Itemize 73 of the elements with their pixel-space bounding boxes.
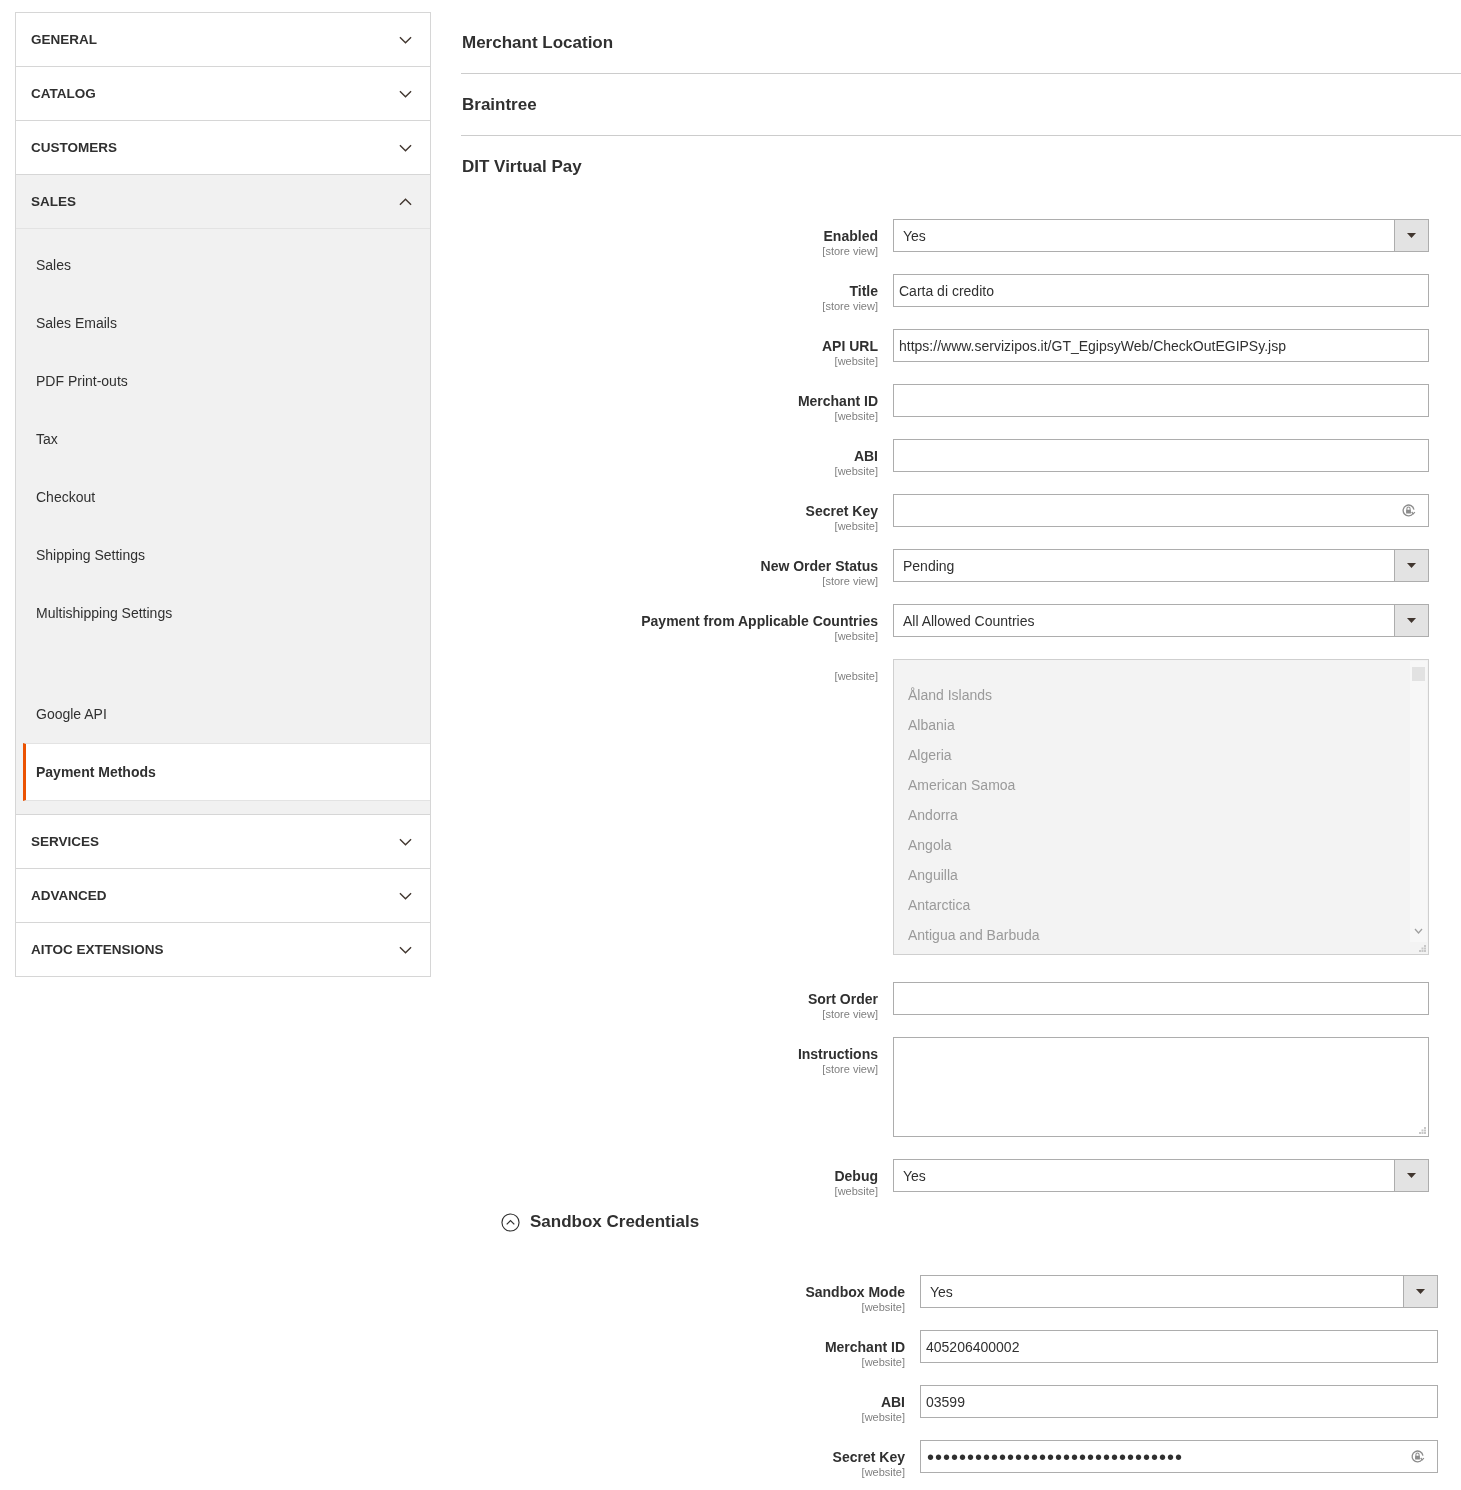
field-label: Secret Key — [832, 1448, 905, 1466]
text-field[interactable]: https://www.servizipos.it/GT_EgipsyWeb/CheckOutEGIPSy.jsp — [893, 329, 1429, 362]
select-field[interactable]: Pending — [893, 549, 1429, 582]
text-field[interactable]: 03599 — [920, 1385, 1438, 1418]
field-label: Sandbox Mode — [805, 1283, 905, 1301]
scope-label: [website] — [834, 670, 878, 683]
scope-label: [website] — [834, 520, 878, 533]
caret-icon — [1407, 233, 1416, 238]
dropdown-button[interactable] — [1403, 1276, 1437, 1307]
caret-icon — [1407, 618, 1416, 623]
dropdown-button[interactable] — [1394, 605, 1428, 636]
section-header[interactable]: DIT Virtual Pay — [461, 136, 1461, 197]
section-header[interactable]: Braintree — [461, 74, 1461, 136]
select-field[interactable]: All Allowed Countries — [893, 604, 1429, 637]
scope-label: [store view] — [822, 1008, 878, 1021]
caret-icon — [1407, 563, 1416, 568]
nav-item[interactable]: Multishipping Settings — [23, 584, 430, 642]
scope-label: [website] — [861, 1411, 905, 1424]
nav-item[interactable]: Sales Emails — [23, 294, 430, 352]
field-label: ABI — [853, 447, 878, 465]
dropdown-button[interactable] — [1394, 220, 1428, 251]
scope-label: [store view] — [822, 575, 878, 588]
text-field[interactable]: 405206400002 — [920, 1330, 1438, 1363]
scope-label: [website] — [834, 410, 878, 423]
select-field[interactable]: Yes — [920, 1275, 1438, 1308]
scope-label: [store view] — [822, 300, 878, 313]
nav-item[interactable]: Checkout — [23, 468, 430, 526]
nav-item[interactable]: Google API — [23, 685, 430, 743]
scope-label: [website] — [861, 1356, 905, 1369]
caret-icon — [1407, 1173, 1416, 1178]
scope-label: [website] — [834, 1185, 878, 1198]
text-field[interactable] — [893, 982, 1429, 1015]
scope-label: [store view] — [822, 245, 878, 258]
text-field[interactable] — [893, 384, 1429, 417]
field-label: Secret Key — [805, 502, 878, 520]
field-label: API URL — [822, 337, 878, 355]
scope-label: [store view] — [822, 1063, 878, 1076]
field-label: Sort Order — [808, 990, 878, 1008]
scope-label: [website] — [861, 1466, 905, 1479]
dropdown-button[interactable] — [1394, 550, 1428, 581]
nav-item[interactable]: PDF Print-outs — [23, 352, 430, 410]
field-label: ABI — [880, 1393, 905, 1411]
password-field[interactable] — [893, 494, 1429, 527]
section-header[interactable]: Merchant Location — [461, 12, 1461, 74]
lock-icon — [1401, 503, 1416, 518]
scope-label: [website] — [834, 465, 878, 478]
nav-item[interactable]: Sales — [23, 236, 430, 294]
nav-section-header[interactable]: SALES — [16, 175, 430, 228]
field-label: Merchant ID — [824, 1338, 905, 1356]
dropdown-button[interactable] — [1394, 1160, 1428, 1191]
lock-icon — [1410, 1449, 1425, 1464]
field-label: Debug — [834, 1167, 878, 1185]
select-field[interactable]: Yes — [893, 219, 1429, 252]
text-field[interactable] — [893, 439, 1429, 472]
nav-item[interactable]: Shipping Settings — [23, 526, 430, 584]
field-label: New Order Status — [760, 557, 878, 575]
field-label: Payment from Applicable Countries — [641, 612, 878, 630]
select-field[interactable]: Yes — [893, 1159, 1429, 1192]
nav-item[interactable]: Tax — [23, 410, 430, 468]
group-toggle[interactable]: Sandbox Credentials — [501, 1212, 700, 1232]
field-label: Enabled — [823, 227, 878, 245]
field-label: Merchant ID — [797, 392, 878, 410]
textarea-field[interactable] — [893, 1037, 1429, 1137]
password-field[interactable]: •••••••••••••••••••••••••••••••• — [920, 1440, 1438, 1473]
field-label: Instructions — [797, 1045, 878, 1063]
text-field[interactable]: Carta di credito — [893, 274, 1429, 307]
caret-icon — [1416, 1289, 1425, 1294]
resize-grip-icon[interactable] — [1419, 1127, 1426, 1134]
field-label: Title — [849, 282, 878, 300]
nav-item[interactable]: Payment Methods — [23, 743, 430, 801]
scope-label: [website] — [861, 1301, 905, 1314]
scope-label: [website] — [834, 355, 878, 368]
scope-label: [website] — [834, 630, 878, 643]
